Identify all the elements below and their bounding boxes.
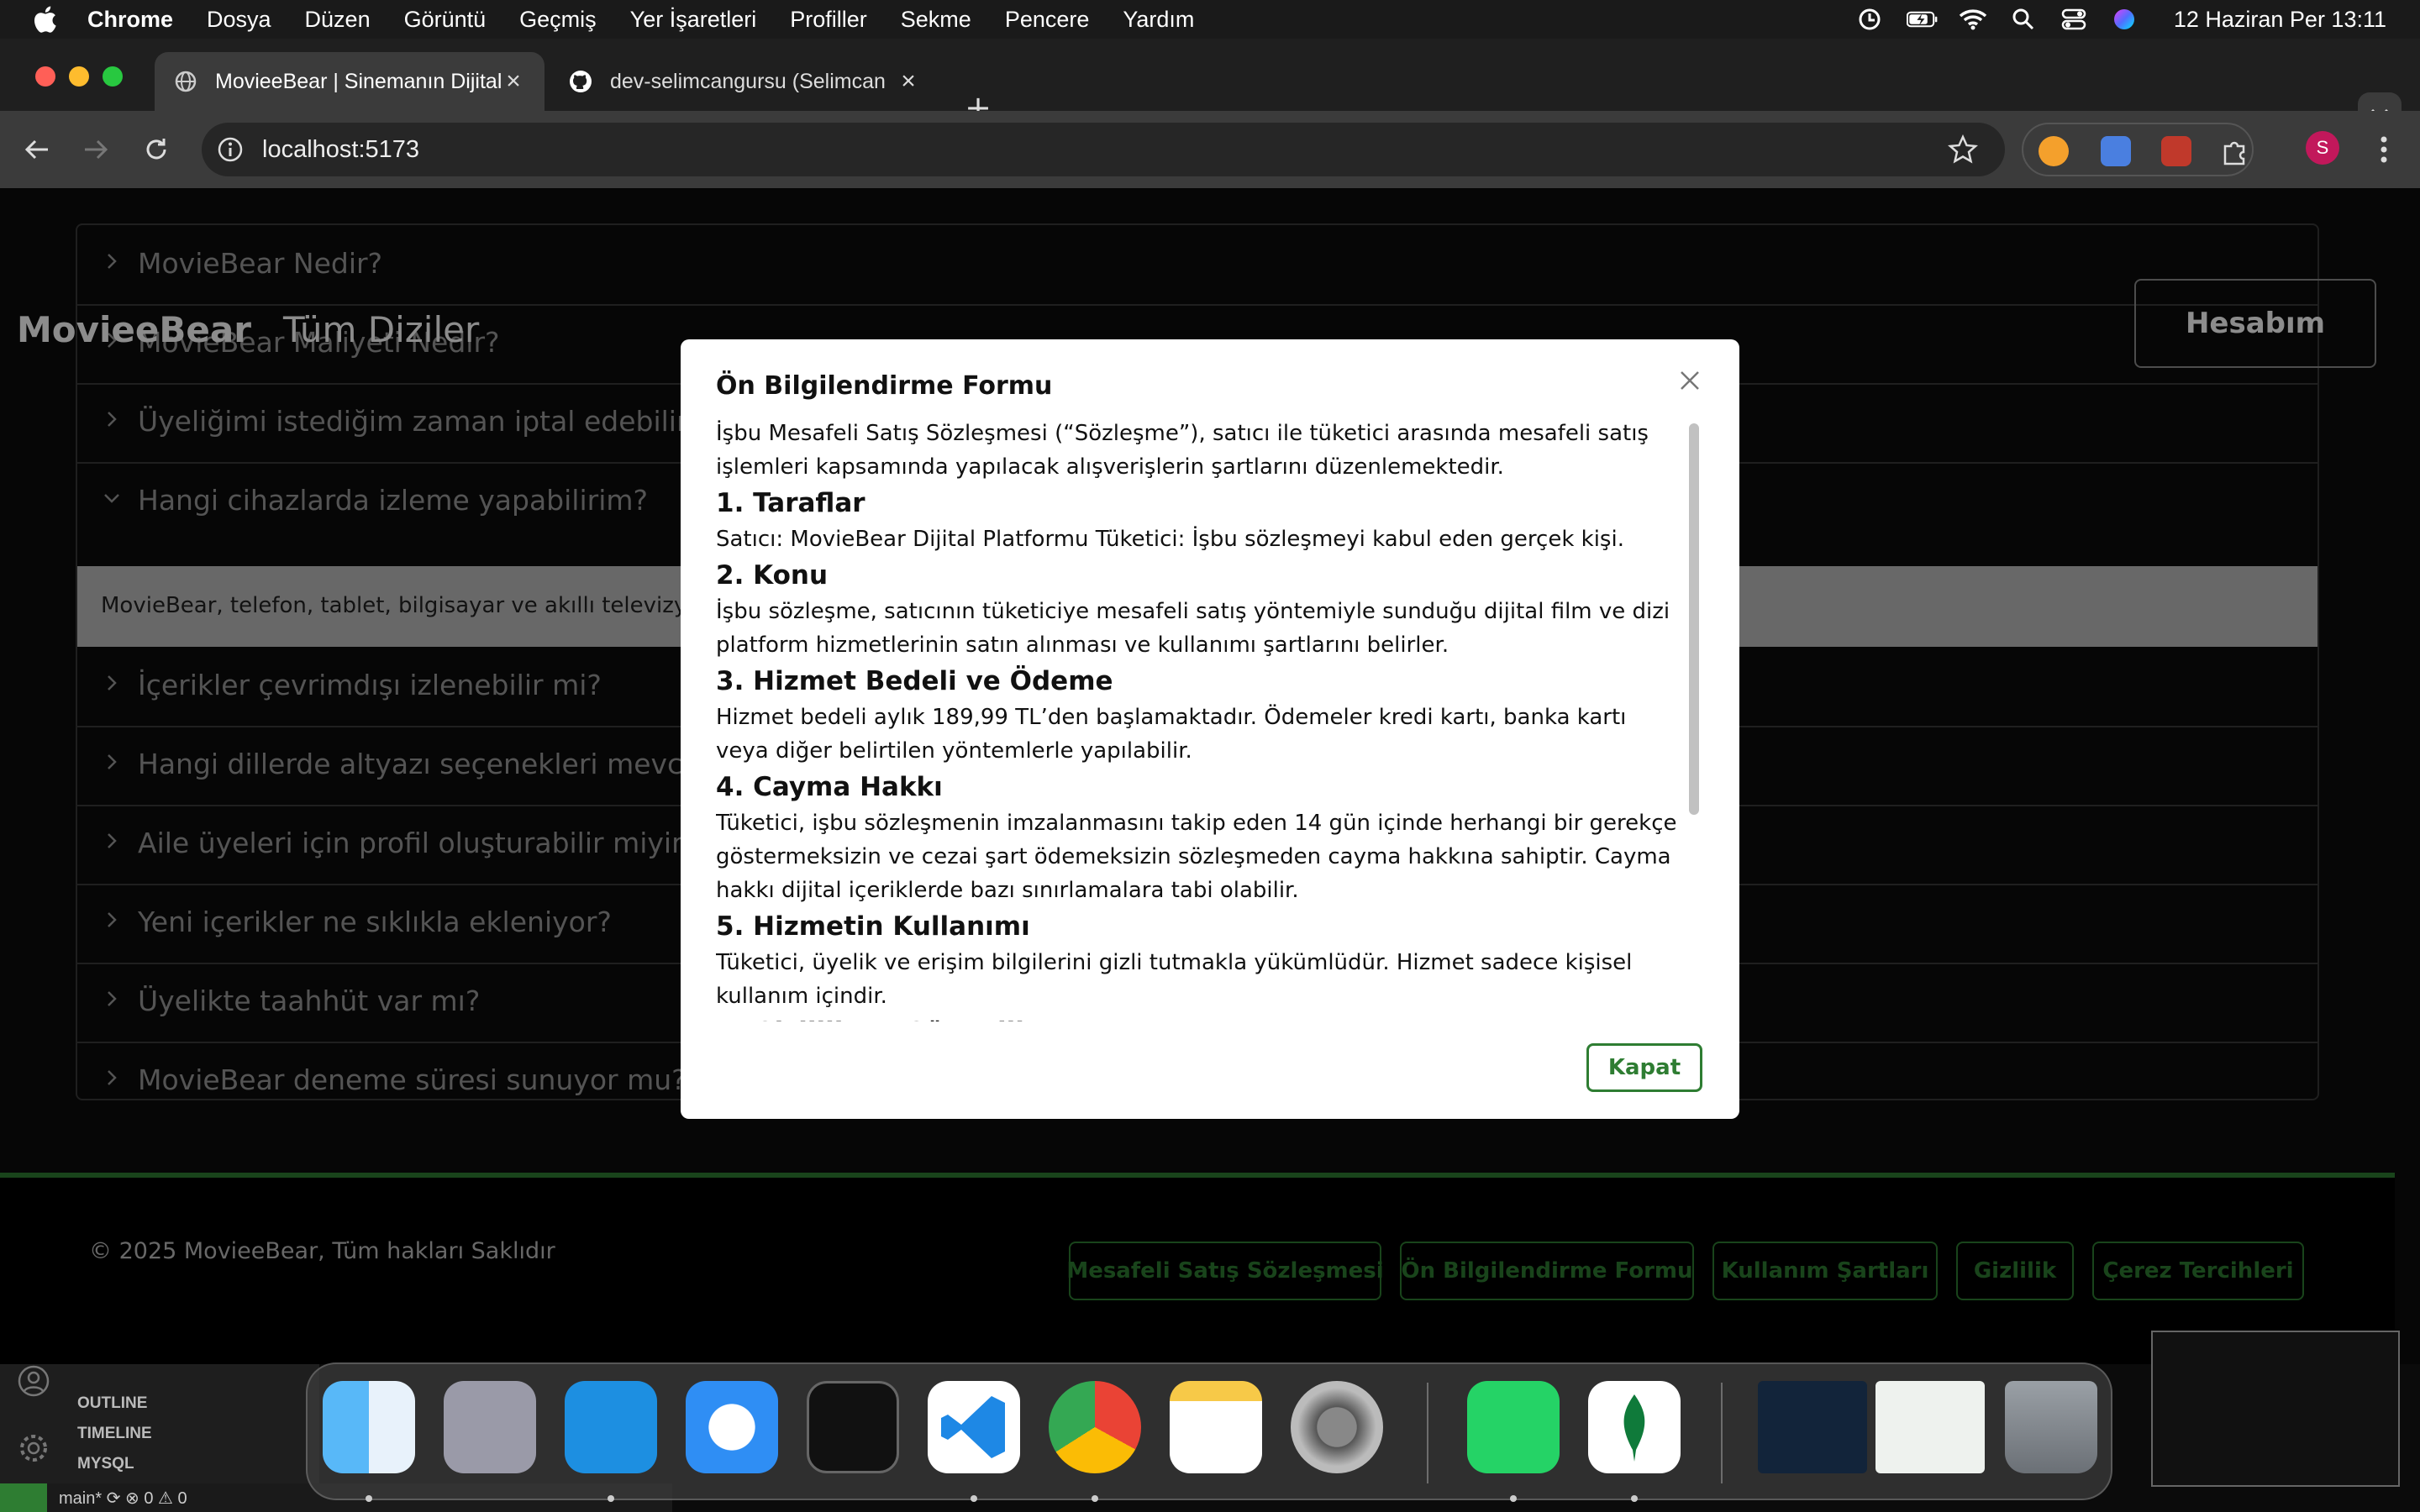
tab-github[interactable]: dev-selimcangursu (Selimcan × <box>550 52 939 111</box>
site-info-icon[interactable] <box>215 134 245 165</box>
section-text: Tüketici, işbu sözleşmenin imzalanmasını… <box>716 811 1677 903</box>
globe-icon <box>173 69 198 94</box>
menu-pencere[interactable]: Pencere <box>1005 7 1090 33</box>
section-heading: 1. Taraflar <box>716 488 865 518</box>
back-arrow-icon[interactable] <box>18 131 55 168</box>
section-heading: 5. Hizmetin Kullanımı <box>716 911 1030 942</box>
info-form-modal: Ön Bilgilendirme Formu İşbu Mesafeli Sat… <box>681 339 1739 1119</box>
menu-dosya[interactable]: Dosya <box>207 7 271 33</box>
running-indicator <box>1510 1495 1517 1502</box>
docker-icon[interactable] <box>565 1381 657 1473</box>
menu-gecmis[interactable]: Geçmiş <box>519 7 597 33</box>
menu-goruntu[interactable]: Görüntü <box>404 7 487 33</box>
reload-icon[interactable] <box>138 131 175 168</box>
menubar-clock[interactable]: 12 Haziran Per 13:11 <box>2174 7 2386 33</box>
running-indicator <box>366 1495 372 1502</box>
tab-title: MovieeBear | Sinemanın Dijital <box>215 69 501 93</box>
wifi-icon[interactable] <box>1957 7 1989 32</box>
extension-burger-icon[interactable] <box>2039 136 2069 166</box>
spotlight-search-icon[interactable] <box>2007 7 2039 32</box>
window-close-button[interactable] <box>35 66 55 87</box>
mongodb-window-thumbnail[interactable] <box>1876 1381 1985 1473</box>
vscode-panel-mysql[interactable]: MYSQL <box>77 1455 134 1473</box>
terminal-icon[interactable] <box>807 1381 899 1473</box>
tab-close-icon[interactable]: × <box>501 67 526 95</box>
control-center-icon[interactable] <box>2058 7 2090 32</box>
page-viewport: MovieBear Nedir? MovieBear Maliyeti Nedi… <box>0 188 2420 1512</box>
extension-bug-icon[interactable] <box>2161 136 2191 166</box>
battery-icon[interactable] <box>1906 7 1939 32</box>
running-indicator <box>1631 1495 1638 1502</box>
section-text: İşbu sözleşme, satıcının tüketiciye mesa… <box>716 599 1670 658</box>
menu-sekme[interactable]: Sekme <box>901 7 971 33</box>
modal-scrollbar-thumb[interactable] <box>1689 423 1699 815</box>
macos-dock <box>306 1362 2112 1502</box>
dock-separator <box>1427 1383 1428 1483</box>
section-text: Tüketici, üyelik ve erişim bilgilerini g… <box>716 950 1633 1009</box>
window-zoom-button[interactable] <box>103 66 123 87</box>
tab-movieebear[interactable]: MovieeBear | Sinemanın Dijital × <box>155 52 544 111</box>
bookmark-star-icon[interactable] <box>1948 134 1978 165</box>
close-icon[interactable] <box>1677 368 1702 393</box>
menu-yardim[interactable]: Yardım <box>1123 7 1194 33</box>
dock-separator <box>1721 1383 1723 1483</box>
extensions-puzzle-icon[interactable] <box>2220 136 2250 166</box>
modal-intro: İşbu Mesafeli Satış Sözleşmesi (“Sözleşm… <box>716 421 1649 480</box>
tab-title: dev-selimcangursu (Selimcan <box>610 69 886 93</box>
section-heading: 3. Hizmet Bedeli ve Ödeme <box>716 666 1113 696</box>
launchpad-icon[interactable] <box>444 1381 536 1473</box>
screenshot-preview-thumbnail[interactable] <box>2151 1331 2400 1487</box>
tab-close-icon[interactable]: × <box>896 67 921 95</box>
mongodb-leaf-icon <box>1623 1394 1645 1462</box>
siri-icon[interactable] <box>2108 7 2140 32</box>
address-bar[interactable]: localhost:5173 <box>202 123 2005 176</box>
git-branch-status[interactable]: main* ⟳ ⊗ 0 ⚠ 0 <box>59 1488 187 1509</box>
forward-arrow-icon[interactable] <box>77 131 114 168</box>
mongodb-compass-icon[interactable] <box>1588 1381 1681 1473</box>
apple-logo-icon[interactable] <box>32 5 57 34</box>
vscode-logo-icon <box>941 1396 1005 1458</box>
whatsapp-icon[interactable] <box>1467 1381 1560 1473</box>
section-text: Hizmet bedeli aylık 189,99 TL’den başlam… <box>716 705 1627 764</box>
modal-body[interactable]: İşbu Mesafeli Satış Sözleşmesi (“Sözleşm… <box>716 417 1684 1021</box>
vscode-panel-timeline[interactable]: TIMELINE <box>77 1425 152 1443</box>
chrome-menu-icon[interactable] <box>2371 131 2396 168</box>
macos-menu-bar: Chrome Dosya Düzen Görüntü Geçmiş Yer İş… <box>0 0 2420 39</box>
trash-icon[interactable] <box>2005 1381 2097 1473</box>
notes-icon[interactable] <box>1170 1381 1262 1473</box>
url-text[interactable]: localhost:5173 <box>262 136 419 164</box>
modal-title: Ön Bilgilendirme Formu <box>716 371 1053 401</box>
menu-profiller[interactable]: Profiller <box>790 7 867 33</box>
screen-time-icon[interactable] <box>1856 7 1888 32</box>
system-settings-icon[interactable] <box>1291 1381 1383 1473</box>
profile-avatar[interactable]: S <box>2306 131 2339 165</box>
github-icon <box>568 69 593 94</box>
close-button[interactable]: Kapat <box>1586 1043 1702 1092</box>
settings-gear-icon[interactable] <box>17 1431 50 1465</box>
extension-docs-icon[interactable] <box>2101 136 2131 166</box>
running-indicator <box>1092 1495 1098 1502</box>
vscode-panel-outline[interactable]: OUTLINE <box>77 1394 147 1413</box>
window-minimize-button[interactable] <box>69 66 89 87</box>
section-heading: 6. Gizlilik ve Güvenlik <box>716 1013 1684 1021</box>
remote-indicator[interactable] <box>0 1483 47 1512</box>
safari-icon[interactable] <box>686 1381 778 1473</box>
section-text: Satıcı: MovieBear Dijital Platformu Tüke… <box>716 527 1624 552</box>
browser-tab-strip: MovieeBear | Sinemanın Dijital × dev-sel… <box>0 39 2420 136</box>
browser-toolbar: localhost:5173 S <box>0 111 2420 188</box>
menu-app-name[interactable]: Chrome <box>87 7 173 33</box>
finder-icon[interactable] <box>323 1381 415 1473</box>
running-indicator <box>608 1495 614 1502</box>
menu-duzen[interactable]: Düzen <box>305 7 371 33</box>
docker-window-thumbnail[interactable] <box>1758 1381 1867 1473</box>
account-icon[interactable] <box>17 1364 50 1398</box>
chrome-icon[interactable] <box>1049 1381 1141 1473</box>
menu-yer-isaretleri[interactable]: Yer İşaretleri <box>630 7 757 33</box>
section-heading: 4. Cayma Hakkı <box>716 772 943 802</box>
vscode-icon[interactable] <box>928 1381 1020 1473</box>
extensions-area <box>2022 123 2254 176</box>
section-heading: 2. Konu <box>716 560 829 591</box>
running-indicator <box>971 1495 977 1502</box>
